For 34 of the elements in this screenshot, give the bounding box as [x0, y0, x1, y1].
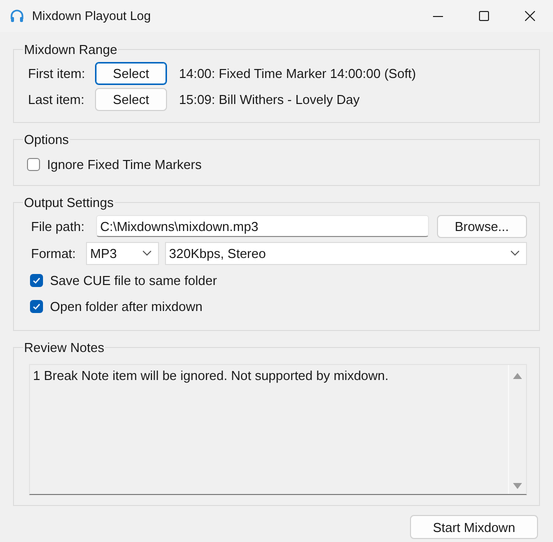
close-icon [525, 11, 535, 21]
checkmark-icon [32, 302, 41, 310]
format-dropdown[interactable]: MP3 [86, 242, 159, 264]
checkbox[interactable] [30, 300, 43, 312]
item-value: 14:00: Fixed Time Marker 14:00:00 (Soft) [179, 66, 416, 80]
select-button[interactable]: Select [95, 88, 167, 110]
scroll-down-icon[interactable] [513, 483, 522, 489]
headphones-icon [10, 9, 24, 23]
window-title: Mixdown Playout Log [32, 9, 152, 23]
checkbox-label: Save CUE file to same folder [50, 272, 217, 288]
browse-button[interactable]: Browse... [436, 214, 527, 238]
group-title: Review Notes [24, 340, 104, 355]
field-label: First item: [28, 66, 86, 80]
quality-dropdown[interactable]: 320Kbps, Stereo [165, 242, 527, 264]
checkbox[interactable] [27, 158, 40, 170]
checkbox-label: Ignore Fixed Time Markers [47, 156, 202, 172]
checkmark-icon [32, 276, 41, 284]
checkbox-label: Open folder after mixdown [50, 298, 202, 314]
field-label: Last item: [28, 92, 86, 106]
chevron-down-icon [142, 250, 152, 256]
group-title: Options [24, 132, 69, 147]
scroll-up-icon[interactable] [513, 373, 522, 379]
start-mixdown-button[interactable]: Start Mixdown [410, 515, 538, 539]
item-value: 15:09: Bill Withers - Lovely Day [179, 92, 360, 106]
select-button[interactable]: Select [95, 62, 167, 84]
chevron-down-icon [510, 250, 520, 256]
notes-text: 1 Break Note item will be ignored. Not supported by mixdown. [32, 367, 390, 385]
file-path-field[interactable]: C:\Mixdowns\mixdown.mp3 [96, 215, 429, 237]
group-title: Output Settings [24, 195, 114, 210]
checkbox[interactable] [30, 274, 43, 286]
field-label: File path: [31, 218, 86, 234]
maximize-icon [479, 11, 489, 21]
field-label: Format: [31, 246, 77, 260]
group-title: Mixdown Range [24, 42, 118, 57]
